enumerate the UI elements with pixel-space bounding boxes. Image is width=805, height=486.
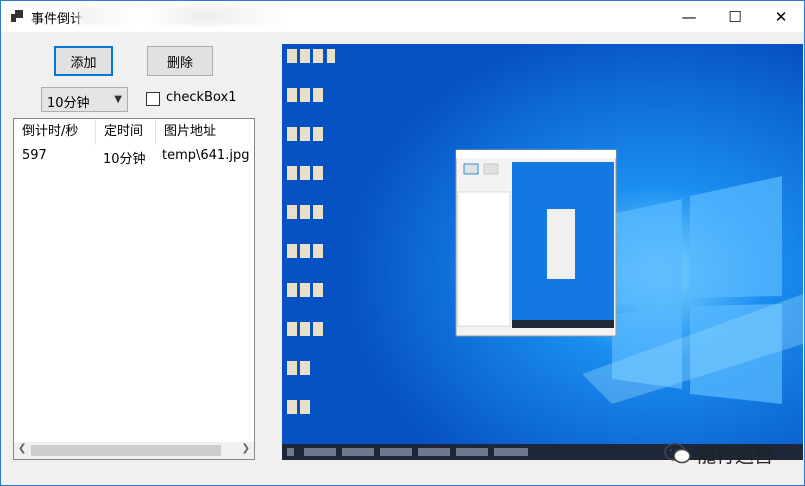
delete-button[interactable]: 删除 [147, 46, 213, 76]
checkbox-1-label[interactable]: checkBox1 [166, 90, 237, 105]
desktop-screenshot-image [282, 44, 803, 460]
listview-header: 倒计时/秒 定时间 图片地址 [14, 119, 254, 145]
cell-countdown: 597 [22, 148, 47, 163]
maximize-button[interactable]: ☐ [712, 1, 758, 32]
scrollbar-thumb[interactable] [31, 445, 221, 456]
timer-select-value: 10分钟 [47, 96, 90, 111]
chevron-down-icon: ▼ [114, 94, 122, 105]
countdown-listview[interactable]: 倒计时/秒 定时间 图片地址 597 10分钟 temp\641.jpg ❮ ❯ [13, 118, 255, 460]
title-obscured-region [79, 7, 289, 25]
table-row[interactable]: 597 10分钟 temp\641.jpg [14, 145, 254, 167]
column-header-time[interactable]: 定时间 [96, 119, 156, 145]
screenshot-preview [282, 44, 803, 460]
close-button[interactable]: ✕ [758, 1, 804, 32]
checkbox-1[interactable] [146, 92, 160, 106]
scroll-left-icon[interactable]: ❮ [18, 443, 26, 454]
column-header-path[interactable]: 图片地址 [156, 119, 254, 145]
title-bar[interactable]: 事件倒计 — ☐ ✕ [1, 1, 804, 32]
watermark-text: 龍行运营 [697, 445, 774, 467]
wechat-icon [663, 442, 693, 470]
cell-path: temp\641.jpg [162, 148, 250, 163]
horizontal-scrollbar[interactable]: ❮ ❯ [14, 442, 254, 459]
scroll-right-icon[interactable]: ❯ [242, 443, 250, 454]
minimize-button[interactable]: — [666, 1, 712, 32]
app-icon [11, 10, 23, 22]
app-window: 事件倒计 — ☐ ✕ 添加 删除 10分钟 ▼ checkBox1 倒计时/秒 … [0, 0, 805, 486]
column-header-countdown[interactable]: 倒计时/秒 [14, 119, 96, 145]
window-title: 事件倒计 [31, 12, 84, 27]
timer-select[interactable]: 10分钟 ▼ [41, 87, 128, 112]
cell-time: 10分钟 [103, 152, 146, 167]
add-button[interactable]: 添加 [54, 46, 113, 76]
